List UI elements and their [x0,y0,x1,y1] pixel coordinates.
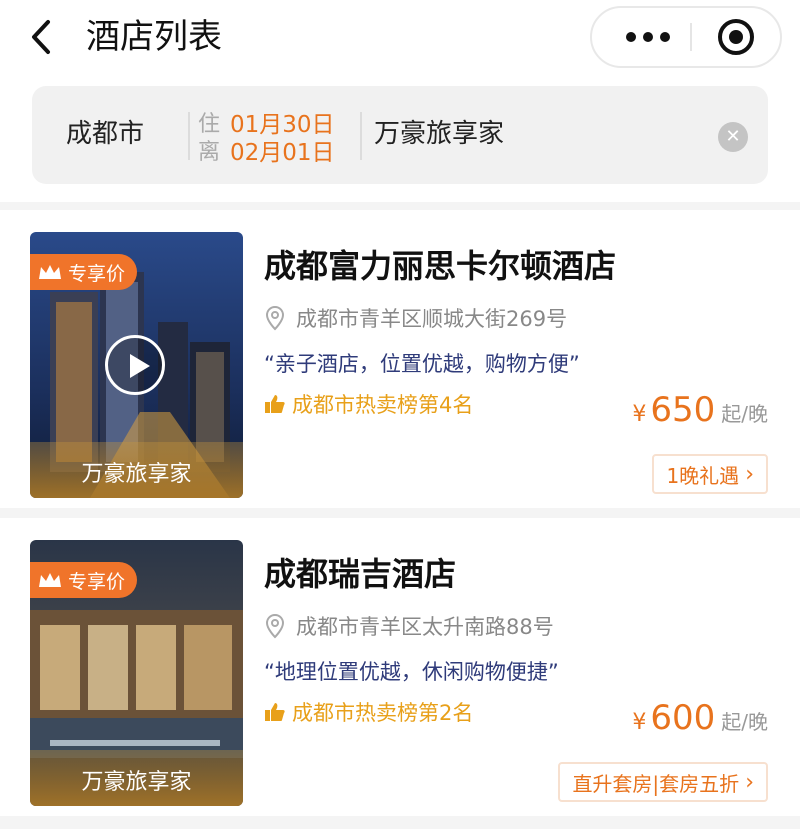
chevron-left-icon [32,20,50,54]
price-unit: 起/晚 [721,402,768,426]
perk-button[interactable]: 直升套房|套房五折 › [558,762,768,802]
review-quote: “亲子酒店，位置优越，购物方便” [264,352,580,376]
divider [360,112,362,160]
currency-symbol: ¥ [632,710,647,735]
capsule-divider [690,23,692,51]
search-section: 成都市 住 01月30日 离 02月01日 万豪旅享家 ✕ [0,82,800,202]
divider [188,112,190,160]
page-title: 酒店列表 [86,17,222,57]
price-value: 650 [650,390,716,430]
exclusive-price-badge: 专享价 [30,254,138,290]
thumbs-up-icon [265,395,285,413]
exclusive-price-badge: 专享价 [30,562,138,598]
address-text: 成都市青羊区顺城大街269号 [296,307,568,331]
perk-label: 1晚礼遇 [666,463,740,488]
address-text: 成都市青羊区太升南路88号 [296,615,554,639]
perk-button[interactable]: 1晚礼遇 › [652,454,768,494]
hotel-card[interactable]: 专享价 万豪旅享家 成都富力丽思卡尔顿酒店 成都市青羊区顺城大街269号 “亲子… [0,210,800,508]
location-pin-icon [265,305,285,331]
checkout-date: 02月01日 [230,140,335,166]
review-quote: “地理位置优越，休闲购物便捷” [264,660,559,684]
hot-rank: 成都市热卖榜第4名 [264,388,473,420]
hot-rank: 成都市热卖榜第2名 [264,696,473,728]
hotel-name[interactable]: 成都富力丽思卡尔顿酒店 [264,244,616,288]
crown-icon [39,265,61,279]
brand-label: 万豪旅享家 [81,462,192,487]
clear-x-icon[interactable]: ✕ [718,122,748,152]
more-button[interactable] [610,8,686,66]
city-selector[interactable]: 成都市 [66,114,144,154]
badge-label: 专享价 [68,570,126,593]
more-dot [660,32,670,42]
date-selector[interactable]: 住 01月30日 离 02月01日 [198,108,358,166]
checkout-label: 离 [198,140,221,165]
play-video-icon[interactable] [105,335,165,395]
mini-program-capsule [590,6,782,68]
price: ¥ 600 起/晚 [632,698,768,738]
top-nav-bar: 酒店列表 [0,0,800,82]
thumbs-up-icon [265,703,285,721]
price-unit: 起/晚 [721,710,768,734]
rank-text: 成都市热卖榜第4名 [292,393,474,417]
search-bar[interactable]: 成都市 住 01月30日 离 02月01日 万豪旅享家 ✕ [32,86,768,184]
crown-icon [39,573,61,587]
more-dot [643,32,653,42]
chevron-right-icon: › [745,769,754,795]
badge-label: 专享价 [68,262,126,285]
price-value: 600 [650,698,716,738]
target-circle-icon[interactable] [718,19,754,55]
hotel-thumbnail[interactable]: 专享价 万豪旅享家 [30,232,243,498]
chevron-right-icon: › [745,461,754,487]
brand-label: 万豪旅享家 [81,770,192,795]
hotel-name[interactable]: 成都瑞吉酒店 [264,552,456,596]
price: ¥ 650 起/晚 [632,390,768,430]
location-pin-icon [265,613,285,639]
rank-text: 成都市热卖榜第2名 [292,701,474,725]
more-dots-icon [626,32,636,42]
perk-label: 直升套房|套房五折 [572,771,740,796]
hotel-address: 成都市青羊区顺城大街269号 [264,302,567,334]
currency-symbol: ¥ [632,402,647,427]
keyword-input[interactable]: 万豪旅享家 [374,114,504,154]
hotel-thumbnail[interactable]: 专享价 万豪旅享家 [30,540,243,806]
hotel-address: 成都市青羊区太升南路88号 [264,610,554,642]
back-button[interactable] [24,14,64,60]
hotel-card[interactable]: 专享价 万豪旅享家 成都瑞吉酒店 成都市青羊区太升南路88号 “地理位置优越，休… [0,518,800,816]
